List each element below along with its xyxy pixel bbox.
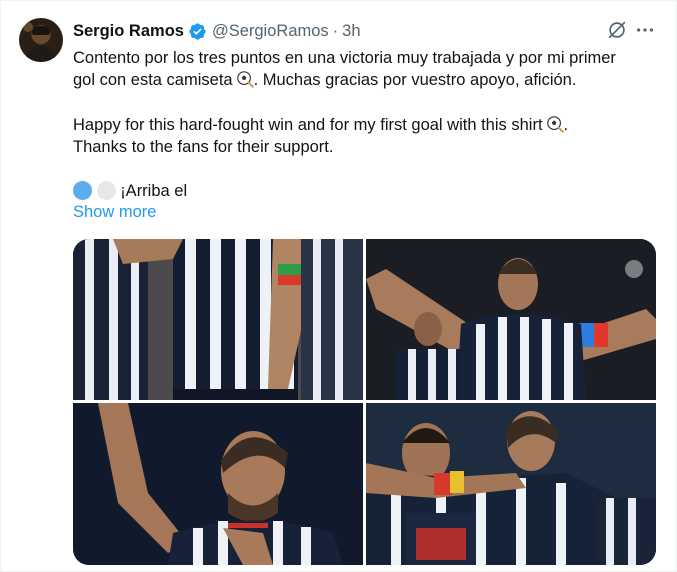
more-options-icon[interactable] [634, 19, 656, 41]
separator-dot: · [332, 21, 339, 40]
tweet-header: Sergio Ramos @SergioRamos · 3h [73, 20, 361, 42]
tweet-text-line-3-start: Happy for this hard-fought win and for m… [73, 116, 543, 134]
tweet-text-line-2-end: . Muchas gracias por vuestro apoyo, afic… [253, 71, 577, 89]
grok-icon[interactable] [606, 19, 628, 41]
timestamp[interactable]: 3h [342, 22, 360, 41]
white-circle-emoji [96, 181, 116, 200]
author-handle[interactable]: @SergioRamos [212, 22, 329, 41]
author-avatar[interactable] [19, 18, 63, 62]
photo-1[interactable] [73, 239, 363, 400]
blue-circle-emoji [73, 181, 92, 200]
tweet-text-line-1: Contento por los tres puntos en una vict… [73, 49, 616, 67]
media-grid [73, 239, 656, 565]
verified-badge-icon [189, 22, 206, 40]
soccer-ball-emoji [546, 116, 564, 133]
author-name[interactable]: Sergio Ramos [73, 22, 184, 41]
tweet-text-line-5-text: ¡Arriba el [120, 182, 188, 200]
photo-2[interactable] [366, 239, 656, 400]
tweet-text-line-3-end: . [563, 116, 569, 134]
tweet-text-line-5: ¡Arriba el [73, 180, 187, 202]
tweet-text-line-2-start: gol con esta camiseta [73, 71, 233, 89]
tweet-text-line-4: Thanks to the fans for their support. [73, 138, 334, 156]
photo-4[interactable] [366, 403, 656, 565]
show-more-link[interactable]: Show more [73, 203, 156, 222]
soccer-ball-emoji [236, 71, 254, 88]
tweet-card[interactable]: Sergio Ramos @SergioRamos · 3h Contento … [0, 0, 677, 572]
tweet-text-line-2: gol con esta camiseta . Muchas gracias po… [73, 69, 576, 91]
photo-3[interactable] [73, 403, 363, 565]
tweet-text-line-3: Happy for this hard-fought win and for m… [73, 114, 568, 136]
